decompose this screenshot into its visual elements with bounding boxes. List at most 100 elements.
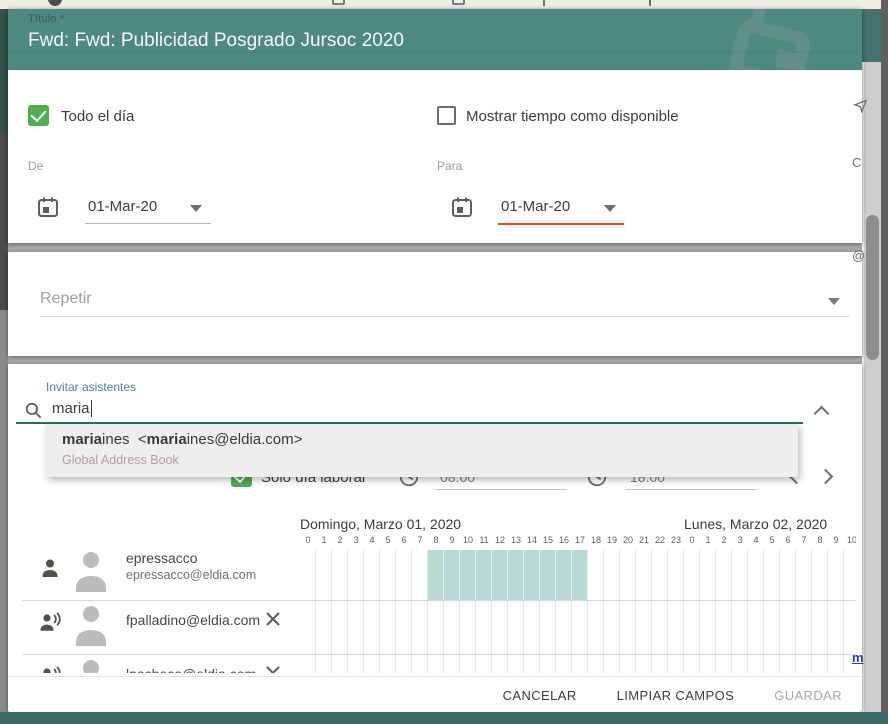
background-toolbar-strip bbox=[0, 0, 888, 9]
event-details-card: Título * Fwd: Fwd: Publicidad Posgrado J… bbox=[8, 9, 862, 243]
hour-tick: 16 bbox=[556, 535, 572, 545]
background-toolbar-icon bbox=[332, 0, 345, 5]
hour-tick: 5 bbox=[764, 535, 780, 545]
send-icon bbox=[853, 98, 868, 113]
hour-tick: 10 bbox=[844, 535, 856, 545]
hour-tick: 2 bbox=[716, 535, 732, 545]
to-date-underline-focused bbox=[498, 223, 624, 225]
chevron-up-icon[interactable] bbox=[814, 406, 830, 422]
start-time-underline bbox=[435, 489, 567, 490]
hour-tick: 8 bbox=[812, 535, 828, 545]
attendees-card: Invitar asistentes maria Sólo día labora… bbox=[8, 364, 862, 712]
background-letter: C bbox=[852, 155, 861, 170]
hour-tick: 9 bbox=[444, 535, 460, 545]
card-gap bbox=[8, 243, 862, 252]
hour-tick: 8 bbox=[428, 535, 444, 545]
hour-tick: 15 bbox=[540, 535, 556, 545]
title-field-label: Título * bbox=[28, 13, 64, 25]
suggestion-primary: mariaines <mariaines@eldia.com> bbox=[62, 431, 302, 448]
attendee-row: lpacheco@eldia.com bbox=[8, 656, 300, 673]
hour-tick: 3 bbox=[348, 535, 364, 545]
hour-tick: 22 bbox=[652, 535, 668, 545]
calendar-watermark-icon bbox=[713, 9, 827, 70]
calendar-icon[interactable] bbox=[36, 195, 60, 219]
hour-tick: 12 bbox=[492, 535, 508, 545]
background-link-fragment: m bbox=[852, 650, 864, 665]
busy-time-block bbox=[428, 550, 588, 600]
attendee-name: epressacco bbox=[126, 550, 198, 566]
repeat-caret-icon[interactable] bbox=[828, 298, 840, 305]
calendar-icon[interactable] bbox=[450, 195, 474, 219]
person-voice-icon bbox=[38, 664, 62, 673]
person-voice-icon bbox=[38, 610, 62, 634]
cancel-button[interactable]: CANCELAR bbox=[501, 682, 579, 709]
from-label: De bbox=[28, 159, 43, 173]
hour-tick: 0 bbox=[684, 535, 700, 545]
card-gap bbox=[8, 356, 862, 364]
scrollbar-thumb[interactable] bbox=[866, 215, 879, 360]
attendee-search-input[interactable]: maria bbox=[52, 400, 92, 417]
show-free-checkbox[interactable] bbox=[437, 106, 456, 125]
scheduler-grid: Domingo, Marzo 01, 202001234567891011121… bbox=[300, 516, 856, 673]
attendee-row: fpalladino@eldia.com bbox=[8, 602, 300, 656]
day-header: Lunes, Marzo 02, 2020 bbox=[684, 516, 827, 532]
hour-tick: 23 bbox=[668, 535, 684, 545]
background-text-fragment bbox=[649, 0, 651, 6]
clear-fields-button[interactable]: LIMPIAR CAMPOS bbox=[615, 682, 737, 709]
hour-tick: 3 bbox=[732, 535, 748, 545]
dialog-header: Título * Fwd: Fwd: Publicidad Posgrado J… bbox=[8, 9, 862, 70]
hour-tick: 9 bbox=[828, 535, 844, 545]
end-time-underline bbox=[625, 489, 757, 490]
hour-tick: 1 bbox=[700, 535, 716, 545]
remove-attendee-button[interactable] bbox=[264, 664, 282, 673]
attendee-list: epressacco epressacco@eldia.com fpalladino… bbox=[8, 548, 300, 673]
hour-tick: 4 bbox=[748, 535, 764, 545]
hour-tick: 21 bbox=[636, 535, 652, 545]
attendee-email: fpalladino@eldia.com bbox=[126, 612, 260, 628]
hour-tick: 6 bbox=[396, 535, 412, 545]
from-date-caret-icon[interactable] bbox=[190, 205, 202, 212]
hour-tick: 0 bbox=[300, 535, 316, 545]
from-date-underline bbox=[85, 223, 211, 224]
hour-tick: 19 bbox=[604, 535, 620, 545]
event-title-input[interactable]: Fwd: Fwd: Publicidad Posgrado Jursoc 202… bbox=[28, 30, 404, 52]
save-button[interactable]: GUARDAR bbox=[772, 682, 844, 709]
hour-tick: 2 bbox=[332, 535, 348, 545]
hour-tick: 13 bbox=[508, 535, 524, 545]
hour-tick: 18 bbox=[588, 535, 604, 545]
all-day-label: Todo el día bbox=[61, 108, 134, 125]
background-left-edge bbox=[0, 9, 8, 712]
avatar bbox=[72, 548, 110, 592]
background-toolbar-icon bbox=[452, 0, 465, 5]
background-logo-icon bbox=[48, 0, 62, 6]
attendee-email: lpacheco@eldia.com bbox=[126, 666, 256, 673]
repeat-card: Repetir bbox=[8, 252, 862, 356]
to-label: Para bbox=[437, 159, 462, 173]
attendee-email: epressacco@eldia.com bbox=[126, 568, 256, 582]
invite-attendees-label: Invitar asistentes bbox=[46, 380, 136, 394]
attendee-row: epressacco epressacco@eldia.com bbox=[8, 548, 300, 602]
footer-separator bbox=[8, 676, 862, 677]
autocomplete-dropdown[interactable]: mariaines <mariaines@eldia.com> Global A… bbox=[46, 424, 798, 477]
to-date-caret-icon[interactable] bbox=[604, 205, 616, 212]
to-date-field[interactable]: 01-Mar-20 bbox=[501, 198, 570, 215]
search-icon bbox=[24, 401, 43, 420]
hour-tick: 7 bbox=[412, 535, 428, 545]
hour-tick: 1 bbox=[316, 535, 332, 545]
remove-attendee-button[interactable] bbox=[264, 610, 282, 628]
repeat-select[interactable]: Repetir bbox=[40, 290, 92, 308]
hour-tick: 20 bbox=[620, 535, 636, 545]
hour-tick: 14 bbox=[524, 535, 540, 545]
avatar bbox=[72, 656, 110, 673]
all-day-checkbox[interactable] bbox=[28, 105, 49, 126]
from-date-field[interactable]: 01-Mar-20 bbox=[88, 198, 157, 215]
show-free-label: Mostrar tiempo como disponible bbox=[466, 108, 679, 125]
background-letter: @ bbox=[852, 248, 865, 263]
background-bottom-bar bbox=[0, 712, 888, 724]
day-header: Domingo, Marzo 01, 2020 bbox=[300, 516, 461, 532]
hour-tick: 10 bbox=[460, 535, 476, 545]
hour-tick: 17 bbox=[572, 535, 588, 545]
hour-tick: 5 bbox=[380, 535, 396, 545]
repeat-underline bbox=[40, 316, 850, 317]
background-text-fragment bbox=[543, 0, 545, 6]
